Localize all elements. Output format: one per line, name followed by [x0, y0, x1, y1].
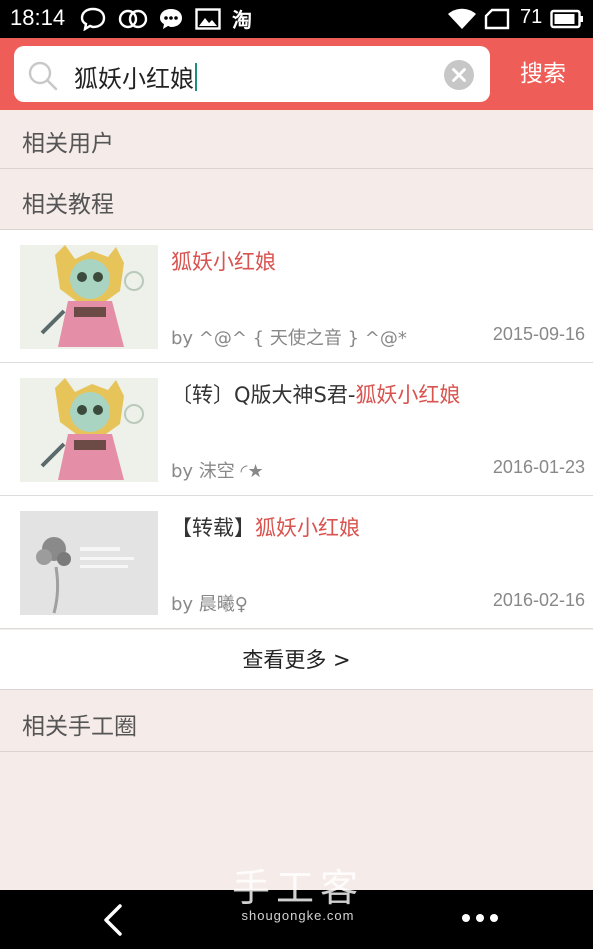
list-item[interactable]: 狐妖小红娘 by ^@^ { 天使之音 } ^@* 2015-09-16 [0, 230, 593, 363]
see-more-button[interactable]: 查看更多 > [0, 630, 593, 690]
search-query[interactable]: 狐妖小红娘 [74, 59, 197, 94]
tutorial-title[interactable]: 狐妖小红娘 [171, 246, 276, 276]
tutorial-title[interactable]: 【转载】狐妖小红娘 [171, 512, 360, 542]
more-icon[interactable] [460, 910, 500, 926]
tutorial-author: by 沫空 ◜★ [171, 461, 264, 482]
section-title: 相关手工圈 [22, 714, 137, 740]
tutorial-date: 2015-09-16 [492, 324, 585, 344]
link-icon [118, 7, 148, 31]
search-icon [28, 61, 58, 95]
wifi-icon [448, 7, 476, 31]
image-icon [195, 7, 221, 31]
tutorial-date: 2016-02-16 [492, 590, 585, 610]
title-prefix: 〔转〕Q版大神S君- [171, 383, 356, 407]
title-prefix: 【转载】 [171, 516, 255, 540]
section-title: 相关用户 [22, 131, 114, 157]
watermark-logo: 手工客 [231, 866, 364, 910]
tutorial-author: by 晨曦♀ [171, 594, 248, 615]
title-highlight: 狐妖小红娘 [355, 383, 461, 407]
anime-fox-girl-thumbnail [20, 245, 158, 349]
section-title: 相关教程 [22, 192, 114, 218]
search-button[interactable]: 搜索 [500, 56, 586, 92]
status-time: 18:14 [10, 5, 66, 30]
text-caret [195, 62, 197, 91]
section-related-circles[interactable]: 相关手工圈 [0, 691, 593, 752]
watermark: 手工客 shougongke.com [228, 868, 368, 923]
svg-text:淘: 淘 [232, 8, 252, 31]
battery-level: 71 [520, 6, 543, 28]
anime-fox-girl-thumbnail [20, 378, 158, 482]
clear-icon[interactable] [444, 60, 474, 90]
message-icon [158, 7, 184, 31]
sim-icon [484, 7, 510, 31]
tutorial-list: 狐妖小红娘 by ^@^ { 天使之音 } ^@* 2015-09-16 〔转〕… [0, 230, 593, 629]
status-bar: 18:14 淘 71 [0, 0, 593, 38]
title-highlight: 狐妖小红娘 [255, 516, 360, 540]
flower-card-thumbnail [20, 511, 158, 615]
tutorial-date: 2016-01-23 [492, 457, 585, 477]
search-query-text: 狐妖小红娘 [74, 65, 194, 93]
search-header: 狐妖小红娘 搜索 [0, 38, 593, 110]
taobao-icon: 淘 [232, 7, 258, 31]
watermark-url: shougongke.com [241, 908, 355, 923]
chat-bubble-icon [80, 7, 106, 31]
back-icon[interactable] [98, 904, 128, 936]
list-item[interactable]: 【转载】狐妖小红娘 by 晨曦♀ 2016-02-16 [0, 496, 593, 629]
tutorial-author: by ^@^ { 天使之音 } ^@* [171, 328, 407, 349]
section-related-users[interactable]: 相关用户 [0, 110, 593, 169]
title-highlight: 狐妖小红娘 [171, 250, 276, 274]
section-related-tutorials: 相关教程 [0, 169, 593, 230]
list-item[interactable]: 〔转〕Q版大神S君-狐妖小红娘 by 沫空 ◜★ 2016-01-23 [0, 363, 593, 496]
battery-icon [550, 7, 584, 31]
search-input[interactable]: 狐妖小红娘 [14, 46, 490, 102]
tutorial-title[interactable]: 〔转〕Q版大神S君-狐妖小红娘 [171, 379, 460, 409]
